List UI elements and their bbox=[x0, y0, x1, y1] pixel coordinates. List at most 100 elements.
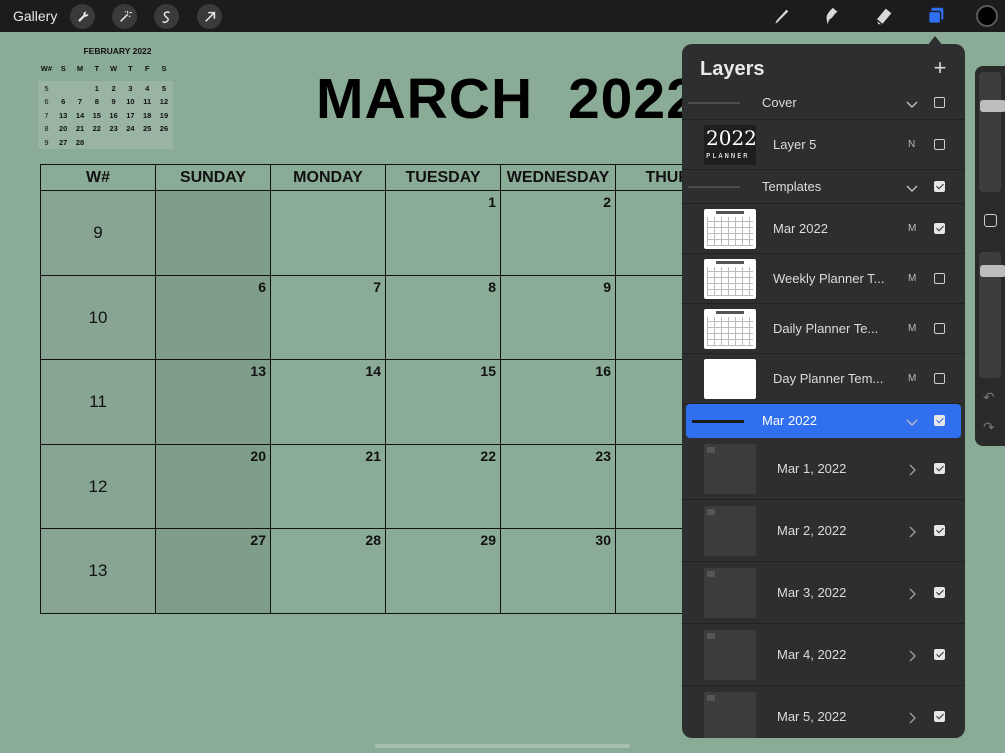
group-line bbox=[692, 420, 744, 423]
visibility-checkbox[interactable] bbox=[934, 525, 945, 536]
day-number: 2 bbox=[603, 194, 611, 210]
mini-day: 20 bbox=[59, 124, 68, 134]
mini-day bbox=[72, 82, 89, 95]
calendar-header-cell: TUESDAY bbox=[386, 165, 501, 191]
thumbnail-heading bbox=[716, 261, 744, 264]
transform-arrow-icon[interactable] bbox=[197, 4, 222, 29]
day-cell[interactable]: 15 bbox=[386, 360, 501, 445]
visibility-checkbox[interactable] bbox=[934, 587, 945, 598]
layer-row[interactable]: Mar 2, 2022 bbox=[682, 500, 965, 562]
visibility-checkbox[interactable] bbox=[934, 711, 945, 722]
blend-mode-label[interactable]: N bbox=[908, 139, 915, 150]
blend-mode-label[interactable]: M bbox=[908, 373, 916, 384]
undo-icon[interactable]: ↶ bbox=[983, 390, 999, 404]
visibility-checkbox[interactable] bbox=[934, 97, 945, 108]
day-cell[interactable] bbox=[271, 191, 386, 276]
blend-mode-label[interactable]: M bbox=[908, 223, 916, 234]
day-cell[interactable] bbox=[616, 191, 689, 276]
color-picker-button[interactable] bbox=[976, 5, 998, 27]
brush-icon[interactable] bbox=[768, 4, 794, 28]
layer-row[interactable]: Mar 1, 2022 bbox=[682, 438, 965, 500]
layer-group-row[interactable]: Cover bbox=[682, 86, 965, 120]
layer-name: Day Planner Tem... bbox=[773, 371, 884, 386]
visibility-checkbox[interactable] bbox=[934, 181, 945, 192]
gallery-button[interactable]: Gallery bbox=[13, 8, 57, 24]
layers-icon[interactable] bbox=[923, 4, 949, 28]
modify-button[interactable] bbox=[984, 214, 997, 227]
layer-row[interactable]: Mar 5, 2022 bbox=[682, 686, 965, 738]
day-cell[interactable]: 22 bbox=[386, 444, 501, 530]
add-layer-button[interactable]: + bbox=[930, 56, 950, 80]
layer-row[interactable]: Mar 2022 M bbox=[682, 204, 965, 254]
week-number: 10 bbox=[88, 307, 108, 327]
day-cell[interactable] bbox=[616, 360, 689, 445]
blend-mode-label[interactable]: M bbox=[908, 323, 916, 334]
day-cell[interactable] bbox=[616, 529, 689, 613]
chevron-right-icon[interactable] bbox=[906, 463, 918, 476]
visibility-checkbox[interactable] bbox=[934, 649, 945, 660]
layer-group-row[interactable]: Templates bbox=[682, 170, 965, 204]
chevron-down-icon[interactable] bbox=[906, 181, 918, 193]
wrench-icon[interactable] bbox=[70, 4, 95, 29]
brush-size-handle[interactable] bbox=[980, 99, 1005, 112]
magic-wand-icon[interactable] bbox=[112, 4, 137, 29]
opacity-slider[interactable] bbox=[979, 252, 1005, 378]
day-cell[interactable]: 13 bbox=[156, 360, 271, 445]
day-cell[interactable]: 14 bbox=[271, 360, 386, 445]
visibility-checkbox[interactable] bbox=[934, 373, 945, 384]
brush-size-slider[interactable] bbox=[979, 72, 1005, 192]
layer-name: Templates bbox=[762, 179, 822, 194]
layer-row[interactable]: Day Planner Tem... M bbox=[682, 354, 965, 404]
visibility-checkbox[interactable] bbox=[934, 415, 945, 426]
selection-icon[interactable] bbox=[154, 4, 179, 29]
layer-row[interactable]: Weekly Planner T... M bbox=[682, 254, 965, 304]
visibility-checkbox[interactable] bbox=[934, 273, 945, 284]
visibility-checkbox[interactable] bbox=[934, 463, 945, 474]
blend-mode-label[interactable]: M bbox=[908, 273, 916, 284]
day-cell[interactable]: 9 bbox=[501, 275, 616, 361]
mini-calendar-row: 9 27 28 bbox=[38, 136, 173, 149]
layers-title: Layers bbox=[700, 58, 765, 80]
day-cell[interactable]: 8 bbox=[386, 275, 501, 361]
layer-thumbnail bbox=[704, 444, 756, 494]
day-cell[interactable]: 1 bbox=[386, 191, 501, 276]
smudge-icon[interactable] bbox=[819, 4, 845, 28]
layer-group-row[interactable]: Mar 2022 bbox=[686, 404, 961, 438]
chevron-right-icon[interactable] bbox=[906, 525, 918, 538]
day-cell[interactable]: 7 bbox=[271, 275, 386, 361]
redo-icon[interactable]: ↷ bbox=[983, 420, 999, 434]
day-cell[interactable]: 30 bbox=[501, 529, 616, 613]
day-cell[interactable] bbox=[616, 276, 689, 361]
mini-day: 25 bbox=[143, 124, 152, 134]
visibility-checkbox[interactable] bbox=[934, 223, 945, 234]
eraser-icon[interactable] bbox=[871, 4, 897, 28]
day-number: 1 bbox=[488, 194, 496, 210]
visibility-checkbox[interactable] bbox=[934, 139, 945, 150]
layer-row[interactable]: Daily Planner Te... M bbox=[682, 304, 965, 354]
day-cell[interactable]: 28 bbox=[271, 529, 386, 613]
day-cell[interactable] bbox=[156, 191, 271, 276]
chevron-right-icon[interactable] bbox=[906, 587, 918, 600]
chevron-right-icon[interactable] bbox=[906, 711, 918, 724]
layer-row[interactable]: Mar 3, 2022 bbox=[682, 562, 965, 624]
opacity-handle[interactable] bbox=[980, 265, 1005, 278]
day-cell[interactable]: 27 bbox=[156, 529, 271, 613]
chevron-right-icon[interactable] bbox=[906, 649, 918, 662]
layer-row[interactable]: Mar 4, 2022 bbox=[682, 624, 965, 686]
visibility-checkbox[interactable] bbox=[934, 323, 945, 334]
day-cell[interactable]: 6 bbox=[156, 275, 271, 361]
layer-name: Mar 5, 2022 bbox=[777, 709, 847, 724]
day-cell[interactable]: 29 bbox=[386, 529, 501, 613]
layer-thumbnail bbox=[704, 209, 756, 249]
day-cell[interactable]: 2 bbox=[501, 191, 616, 276]
day-number: 7 bbox=[373, 278, 381, 295]
chevron-down-icon[interactable] bbox=[906, 97, 918, 109]
day-cell[interactable]: 23 bbox=[501, 444, 616, 530]
layer-row[interactable]: 2022 PLANNER Layer 5 N bbox=[682, 120, 965, 170]
day-cell[interactable]: 21 bbox=[271, 444, 386, 530]
day-cell[interactable]: 16 bbox=[501, 360, 616, 445]
day-cell[interactable]: 20 bbox=[156, 444, 271, 530]
day-cell[interactable] bbox=[616, 445, 689, 530]
chevron-down-icon[interactable] bbox=[906, 415, 918, 427]
mini-day: 26 bbox=[159, 124, 169, 134]
